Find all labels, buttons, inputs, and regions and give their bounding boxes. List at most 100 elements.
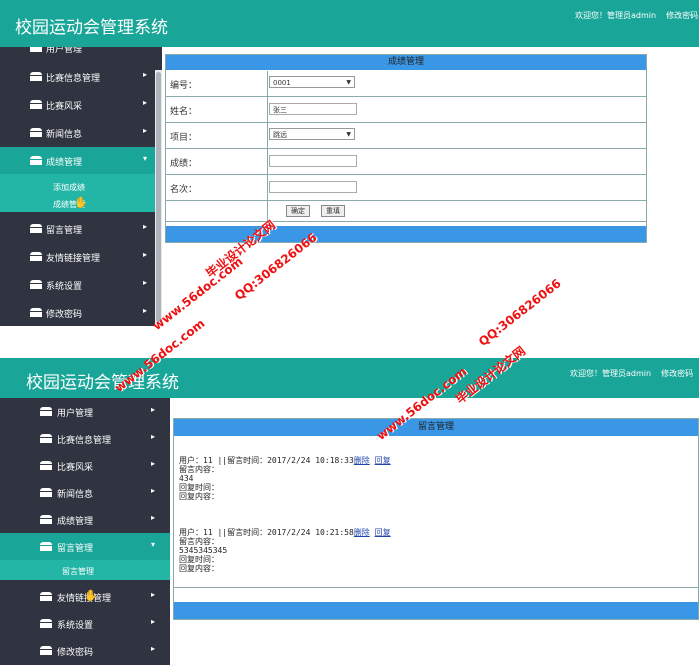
rank-input[interactable]: [269, 181, 357, 193]
change-password-link[interactable]: 修改密码: [666, 11, 698, 20]
sidebar-item-scores[interactable]: 成绩管理 ▾: [0, 147, 162, 174]
sidebar: 用户管理 ▸ 比赛信息管理 ▸ 比赛风采 ▸ 新闻信息 ▸ 成绩管理 ▸ 留言管…: [0, 398, 170, 665]
score-input[interactable]: [269, 155, 357, 167]
message-entry: 用户：11 ||留言时间：2017/2/24 10:18:33删除 回复 留言内…: [179, 456, 391, 501]
sidebar-item-links[interactable]: 友情链接管理 ▸: [0, 243, 162, 270]
sidebar-item-links[interactable]: 友情链接管理 ▸ ✋: [0, 583, 170, 610]
sidebar-item-change-password[interactable]: 修改密码 ▸: [0, 299, 162, 326]
stack-icon: [30, 128, 42, 137]
welcome-text: 欢迎您！管理员admin: [575, 11, 657, 20]
sidebar-item-label: 修改密码: [46, 310, 83, 320]
form-row-rank: 名次：: [166, 175, 646, 201]
event-select[interactable]: 跳远 ▼: [269, 128, 355, 140]
score-form-box: 成绩管理 编号： 0001▼ 姓名： 张三 项目： 跳远▼ 成绩： 名次：: [165, 54, 647, 243]
submenu-add-score[interactable]: 添加成绩: [53, 182, 85, 193]
sidebar-item-scores[interactable]: 成绩管理 ▸: [0, 506, 170, 533]
stack-icon: [30, 100, 42, 109]
stack-icon: [40, 592, 52, 601]
sidebar-item-label: 比赛信息管理: [46, 74, 101, 84]
hand-cursor-icon: ✋: [84, 589, 98, 602]
message-content: 434: [179, 474, 194, 483]
content-label: 留言内容：: [179, 537, 219, 546]
sidebar-item-label: 用户管理: [57, 409, 94, 419]
delete-link[interactable]: 删除: [354, 528, 370, 537]
sidebar-item-match-gallery[interactable]: 比赛风采 ▸: [0, 91, 162, 118]
sidebar-item-news[interactable]: 新闻信息 ▸: [0, 479, 170, 506]
messages-title: 留言管理: [174, 419, 698, 436]
panel-gap: [0, 326, 699, 358]
sidebar-item-label: 新闻信息: [46, 130, 83, 140]
field-label: 名次：: [170, 185, 198, 195]
stack-icon: [30, 252, 42, 261]
reply-link[interactable]: 回复: [375, 456, 391, 465]
field-label: 成绩：: [170, 159, 198, 169]
dropdown-caret-icon: ▼: [346, 79, 351, 86]
message-entry: 用户：11 ||留言时间：2017/2/24 10:21:58删除 回复 留言内…: [179, 528, 391, 573]
field-label: 编号：: [170, 81, 198, 91]
chevron-right-icon: ▸: [151, 459, 156, 468]
sidebar-item-users[interactable]: 用户管理: [0, 47, 162, 55]
stack-icon: [30, 47, 42, 52]
sidebar-item-label: 成绩管理: [46, 158, 83, 168]
reset-button[interactable]: 重填: [321, 205, 345, 217]
message-content: 5345345345: [179, 546, 228, 555]
stack-icon: [30, 308, 42, 317]
scrollbar-thumb[interactable]: [156, 72, 161, 322]
form-title: 成绩管理: [166, 55, 646, 70]
sidebar-item-label: 留言管理: [57, 544, 94, 554]
message-header: 用户：11 ||留言时间：2017/2/24 10:18:33: [179, 456, 354, 465]
sidebar-item-match-info[interactable]: 比赛信息管理 ▸: [0, 425, 170, 452]
number-select[interactable]: 0001 ▼: [269, 76, 355, 88]
welcome-text: 欢迎您！管理员admin: [570, 369, 652, 378]
header-links: 欢迎您！管理员admin 修改密码: [575, 10, 699, 21]
hand-cursor-icon: ✋: [74, 196, 88, 209]
chevron-right-icon: ▸: [143, 98, 148, 107]
stack-icon: [40, 619, 52, 628]
stack-icon: [40, 646, 52, 655]
sidebar-item-match-gallery[interactable]: 比赛风采 ▸: [0, 452, 170, 479]
scores-submenu: 添加成绩 成绩管理 ✋: [0, 174, 162, 212]
chevron-right-icon: ▸: [143, 278, 148, 287]
stack-icon: [40, 542, 52, 551]
app-header: 校园运动会管理系统 欢迎您！管理员admin 修改密码: [0, 358, 699, 398]
chevron-right-icon: ▸: [143, 70, 148, 79]
chevron-right-icon: ▸: [143, 306, 148, 315]
sidebar: 用户管理 比赛信息管理 ▸ 比赛风采 ▸ 新闻信息 ▸ 成绩管理 ▾ 添加成绩 …: [0, 47, 162, 326]
sidebar-item-label: 友情链接管理: [46, 254, 101, 264]
app-title: 校园运动会管理系统: [15, 18, 168, 38]
sidebar-item-label: 系统设置: [57, 621, 94, 631]
content-label: 留言内容：: [179, 465, 219, 474]
app-title: 校园运动会管理系统: [26, 373, 179, 393]
form-row-score: 成绩：: [166, 149, 646, 175]
name-input[interactable]: 张三: [269, 103, 357, 115]
delete-link[interactable]: 删除: [354, 456, 370, 465]
sidebar-item-change-password[interactable]: 修改密码 ▸: [0, 637, 170, 664]
chevron-right-icon: ▸: [151, 644, 156, 653]
chevron-right-icon: ▸: [143, 126, 148, 135]
messages-submenu: 留言管理: [0, 560, 170, 580]
stack-icon: [30, 72, 42, 81]
chevron-right-icon: ▸: [151, 486, 156, 495]
sidebar-item-match-info[interactable]: 比赛信息管理 ▸: [0, 63, 162, 90]
confirm-button[interactable]: 确定: [286, 205, 310, 217]
chevron-down-icon: ▾: [151, 540, 156, 549]
chevron-down-icon: ▾: [143, 154, 148, 163]
sidebar-item-news[interactable]: 新闻信息 ▸: [0, 119, 162, 146]
dropdown-caret-icon: ▼: [346, 131, 351, 138]
reply-link[interactable]: 回复: [375, 528, 391, 537]
sidebar-item-settings[interactable]: 系统设置 ▸: [0, 610, 170, 637]
sidebar-item-settings[interactable]: 系统设置 ▸: [0, 271, 162, 298]
sidebar-item-label: 成绩管理: [57, 517, 94, 527]
chevron-right-icon: ▸: [143, 222, 148, 231]
submenu-message-management[interactable]: 留言管理: [62, 566, 94, 577]
reply-time-label: 回复时间：: [179, 483, 219, 492]
sidebar-item-users[interactable]: 用户管理 ▸: [0, 398, 170, 425]
sidebar-item-label: 用户管理: [46, 47, 83, 55]
sidebar-scrollbar[interactable]: [155, 70, 162, 326]
sidebar-item-messages[interactable]: 留言管理 ▾: [0, 533, 170, 560]
field-label: 项目：: [170, 133, 198, 143]
change-password-link[interactable]: 修改密码: [661, 369, 693, 378]
form-row-name: 姓名： 张三: [166, 97, 646, 123]
sidebar-item-messages[interactable]: 留言管理 ▸: [0, 215, 162, 242]
score-management-screen: 校园运动会管理系统 欢迎您！管理员admin 修改密码 用户管理 比赛信息管理 ▸…: [0, 0, 699, 326]
